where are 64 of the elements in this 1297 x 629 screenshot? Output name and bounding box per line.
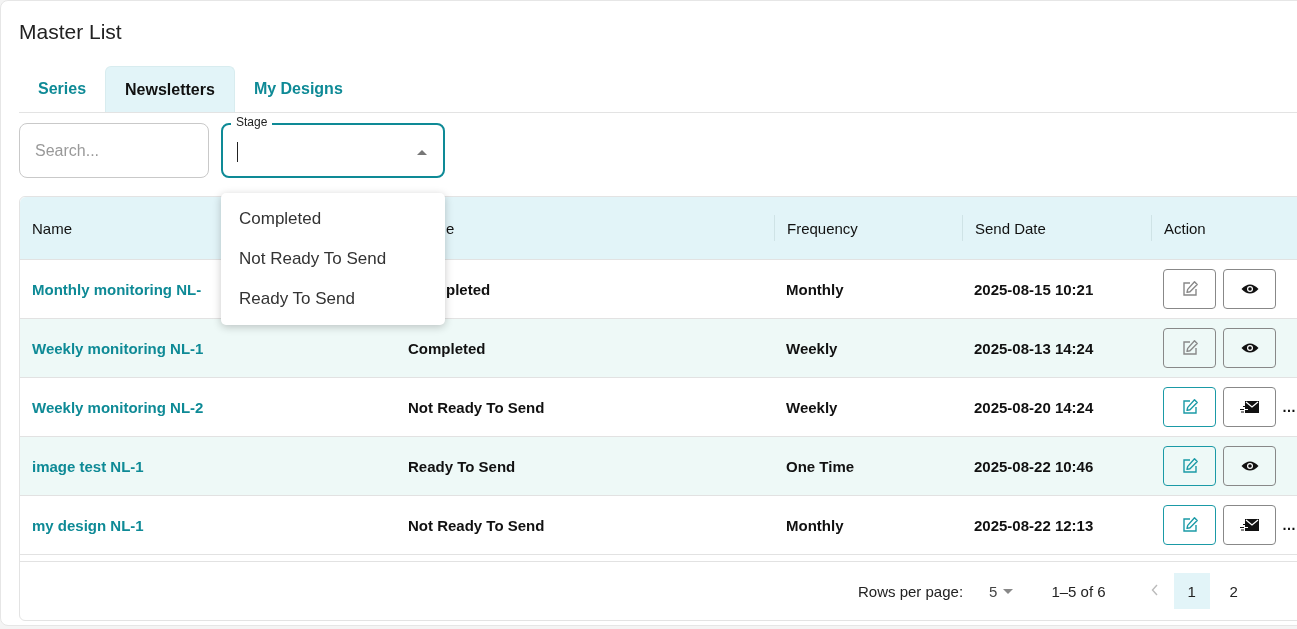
page-title: Master List <box>19 19 123 45</box>
edit-icon <box>1180 398 1199 416</box>
caret-icon <box>1003 588 1014 594</box>
name-link[interactable]: Monthly monitoring NL- <box>32 280 202 298</box>
preview-button[interactable] <box>1223 269 1276 309</box>
column-header: Name <box>32 219 72 237</box>
field-label: Stage <box>231 115 273 129</box>
preview-button[interactable] <box>1223 328 1276 368</box>
column-header: e <box>446 219 455 237</box>
mail-icon <box>1239 400 1260 414</box>
edit-button[interactable] <box>1163 328 1216 368</box>
table-cell: 2025-08-20 14:24 <box>974 398 1094 416</box>
table-cell: Completed <box>408 339 486 357</box>
edit-button[interactable] <box>1163 269 1216 309</box>
preview-button[interactable] <box>1223 446 1276 486</box>
send-button[interactable] <box>1223 387 1276 427</box>
table-cell: 2025-08-22 12:13 <box>974 516 1094 534</box>
tab[interactable]: Series <box>19 66 106 112</box>
rows-per-page-label: Rows per page: <box>858 582 964 600</box>
name-link[interactable]: my design NL-1 <box>32 516 144 534</box>
table-cell: Weekly <box>786 339 838 357</box>
more-menu[interactable]: … <box>1282 517 1296 533</box>
column-header: Send Date <box>975 219 1046 237</box>
more-menu[interactable]: … <box>1282 399 1296 415</box>
table-cell: Not Ready To Send <box>408 516 545 534</box>
menu-option[interactable]: Ready To Send <box>221 279 445 319</box>
caret-icon <box>416 149 428 155</box>
send-button[interactable] <box>1223 505 1276 545</box>
rows-per-page-select[interactable]: 5 <box>989 582 1014 600</box>
edit-icon <box>1180 457 1199 475</box>
page-button[interactable]: 1 <box>1173 573 1210 609</box>
eye-icon <box>1240 283 1259 295</box>
table-cell: 2025-08-15 10:21 <box>974 280 1094 298</box>
edit-button[interactable] <box>1163 446 1216 486</box>
tab[interactable]: Newsletters <box>105 66 235 112</box>
chevron-left-icon <box>1150 583 1159 596</box>
menu-option[interactable]: Not Ready To Send <box>221 239 445 279</box>
table-cell: Ready To Send <box>408 457 516 475</box>
name-link[interactable]: Weekly monitoring NL-2 <box>32 398 204 416</box>
edit-icon <box>1180 280 1199 298</box>
table-cell: Not Ready To Send <box>408 398 545 416</box>
table-cell: pleted <box>446 280 491 298</box>
tab[interactable]: My Designs <box>234 66 362 112</box>
table-cell: 2025-08-13 14:24 <box>974 339 1094 357</box>
name-link[interactable]: image test NL-1 <box>32 457 144 475</box>
table-cell: 2025-08-22 10:46 <box>974 457 1094 475</box>
page-button[interactable]: 2 <box>1215 573 1252 609</box>
table-cell: Monthly <box>786 280 844 298</box>
table-cell: Weekly <box>786 398 838 416</box>
column-header: Action <box>1164 219 1206 237</box>
edit-button[interactable] <box>1163 505 1216 545</box>
page-range: 1–5 of 6 <box>1051 582 1106 600</box>
edit-button[interactable] <box>1163 387 1216 427</box>
table-cell: One Time <box>786 457 855 475</box>
menu-option[interactable]: Completed <box>221 199 445 239</box>
mail-icon <box>1239 518 1260 532</box>
eye-icon <box>1240 342 1259 354</box>
search-field[interactable]: Search... <box>19 123 209 178</box>
table-cell: Monthly <box>786 516 844 534</box>
edit-icon <box>1180 339 1199 357</box>
edit-icon <box>1180 516 1199 534</box>
eye-icon <box>1240 460 1259 472</box>
name-link[interactable]: Weekly monitoring NL-1 <box>32 339 204 357</box>
column-header: Frequency <box>787 219 858 237</box>
